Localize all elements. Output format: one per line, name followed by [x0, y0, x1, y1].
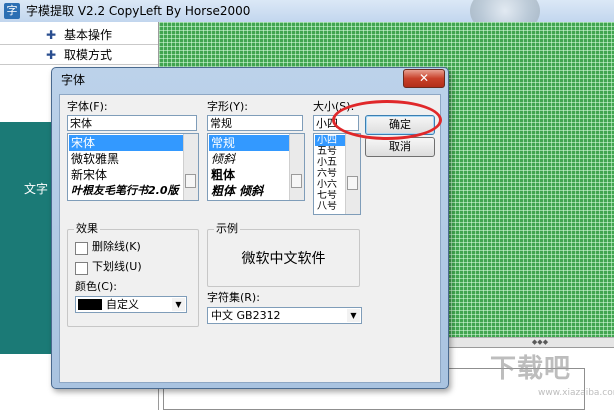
- size-list-item[interactable]: 六号: [315, 168, 345, 179]
- font-list-item[interactable]: 微软雅黑: [69, 151, 183, 167]
- size-list-scrollbar[interactable]: [345, 134, 360, 214]
- menu-item-mode[interactable]: ✚ 取模方式: [0, 46, 158, 65]
- font-list-item[interactable]: 新宋体: [69, 167, 183, 183]
- menu-item-label: 取模方式: [64, 48, 113, 62]
- font-list-item[interactable]: 叶根友毛笔行书2.0版: [69, 183, 183, 199]
- size-list-item[interactable]: 小六: [315, 179, 345, 190]
- charset-select[interactable]: 中文 GB2312 ▼: [207, 307, 362, 324]
- chevron-down-icon: ▼: [172, 298, 185, 311]
- strikeout-label: 删除线(K): [92, 240, 141, 253]
- font-input[interactable]: 宋体: [67, 115, 197, 131]
- color-value: 自定义: [106, 298, 139, 311]
- style-list-item[interactable]: 常规: [209, 135, 289, 151]
- close-button[interactable]: ✕: [403, 69, 445, 88]
- color-select[interactable]: 自定义 ▼: [75, 296, 187, 313]
- charset-label: 字符集(R):: [207, 291, 260, 304]
- ok-button[interactable]: 确定: [365, 115, 435, 135]
- font-list-item[interactable]: 宋体: [69, 135, 183, 151]
- size-input[interactable]: 小四: [313, 115, 359, 131]
- color-label: 颜色(C):: [75, 280, 117, 293]
- side-label: 文字: [24, 182, 49, 196]
- app-icon: 字: [4, 3, 20, 19]
- style-list[interactable]: 常规 倾斜 粗体 粗体 倾斜: [207, 133, 305, 201]
- style-list-item[interactable]: 粗体 倾斜: [209, 183, 289, 199]
- strikeout-checkbox[interactable]: [75, 242, 88, 255]
- dialog-body: 字体(F): 宋体 宋体 微软雅黑 新宋体 叶根友毛笔行书2.0版 字形(Y):…: [59, 94, 441, 383]
- font-dialog: 字体 ✕ 字体(F): 宋体 宋体 微软雅黑 新宋体 叶根友毛笔行书2.0版 字…: [51, 67, 449, 389]
- sample-group: 示例 微软中文软件: [207, 222, 360, 287]
- color-swatch: [78, 299, 102, 310]
- effects-group: 效果 删除线(K) 下划线(U) 颜色(C): 自定义 ▼: [67, 222, 199, 327]
- close-icon: ✕: [418, 71, 430, 85]
- font-list[interactable]: 宋体 微软雅黑 新宋体 叶根友毛笔行书2.0版: [67, 133, 199, 201]
- size-list-item[interactable]: 小五: [315, 157, 345, 168]
- underline-checkbox[interactable]: [75, 262, 88, 275]
- sample-text: 微软中文软件: [241, 251, 326, 267]
- watermark-url: www.xiazaiba.com: [538, 388, 614, 398]
- app-title: 字模提取 V2.2 CopyLeft By Horse2000: [26, 4, 251, 18]
- charset-value: 中文 GB2312: [211, 309, 281, 322]
- size-list[interactable]: 小四 五号 小五 六号 小六 七号 八号: [313, 133, 361, 215]
- watermark-text: 下载吧: [490, 354, 572, 384]
- size-list-item[interactable]: 小四: [315, 135, 345, 146]
- style-list-item[interactable]: 粗体: [209, 167, 289, 183]
- size-label: 大小(S):: [313, 100, 355, 113]
- size-list-item[interactable]: 八号: [315, 201, 345, 212]
- effects-title: 效果: [74, 222, 100, 236]
- menu-item-basic-ops[interactable]: ✚ 基本操作: [0, 26, 158, 45]
- style-list-scrollbar[interactable]: [289, 134, 304, 200]
- expand-plus-icon: ✚: [46, 48, 57, 62]
- style-label: 字形(Y):: [207, 100, 249, 113]
- underline-label: 下划线(U): [92, 260, 142, 273]
- style-input[interactable]: 常规: [207, 115, 303, 131]
- sample-title: 示例: [214, 222, 240, 236]
- scroll-thumb[interactable]: [291, 174, 302, 188]
- style-list-item[interactable]: 倾斜: [209, 151, 289, 167]
- cancel-button[interactable]: 取消: [365, 137, 435, 157]
- font-list-scrollbar[interactable]: [183, 134, 198, 200]
- font-label: 字体(F):: [67, 100, 108, 113]
- scroll-thumb[interactable]: [347, 176, 358, 190]
- menu-item-label: 基本操作: [64, 28, 113, 42]
- size-list-item[interactable]: 五号: [315, 146, 345, 157]
- dialog-title: 字体: [61, 73, 86, 87]
- size-list-item[interactable]: 七号: [315, 190, 345, 201]
- chevron-down-icon: ▼: [347, 309, 360, 322]
- expand-plus-icon: ✚: [46, 28, 57, 42]
- app-title-bar: 字 字模提取 V2.2 CopyLeft By Horse2000: [0, 0, 614, 36]
- watermark: 下载吧 www.xiazaiba.com: [490, 348, 614, 400]
- scroll-thumb[interactable]: [185, 174, 196, 188]
- scroll-grip-icon: ◆◆◆: [531, 338, 549, 346]
